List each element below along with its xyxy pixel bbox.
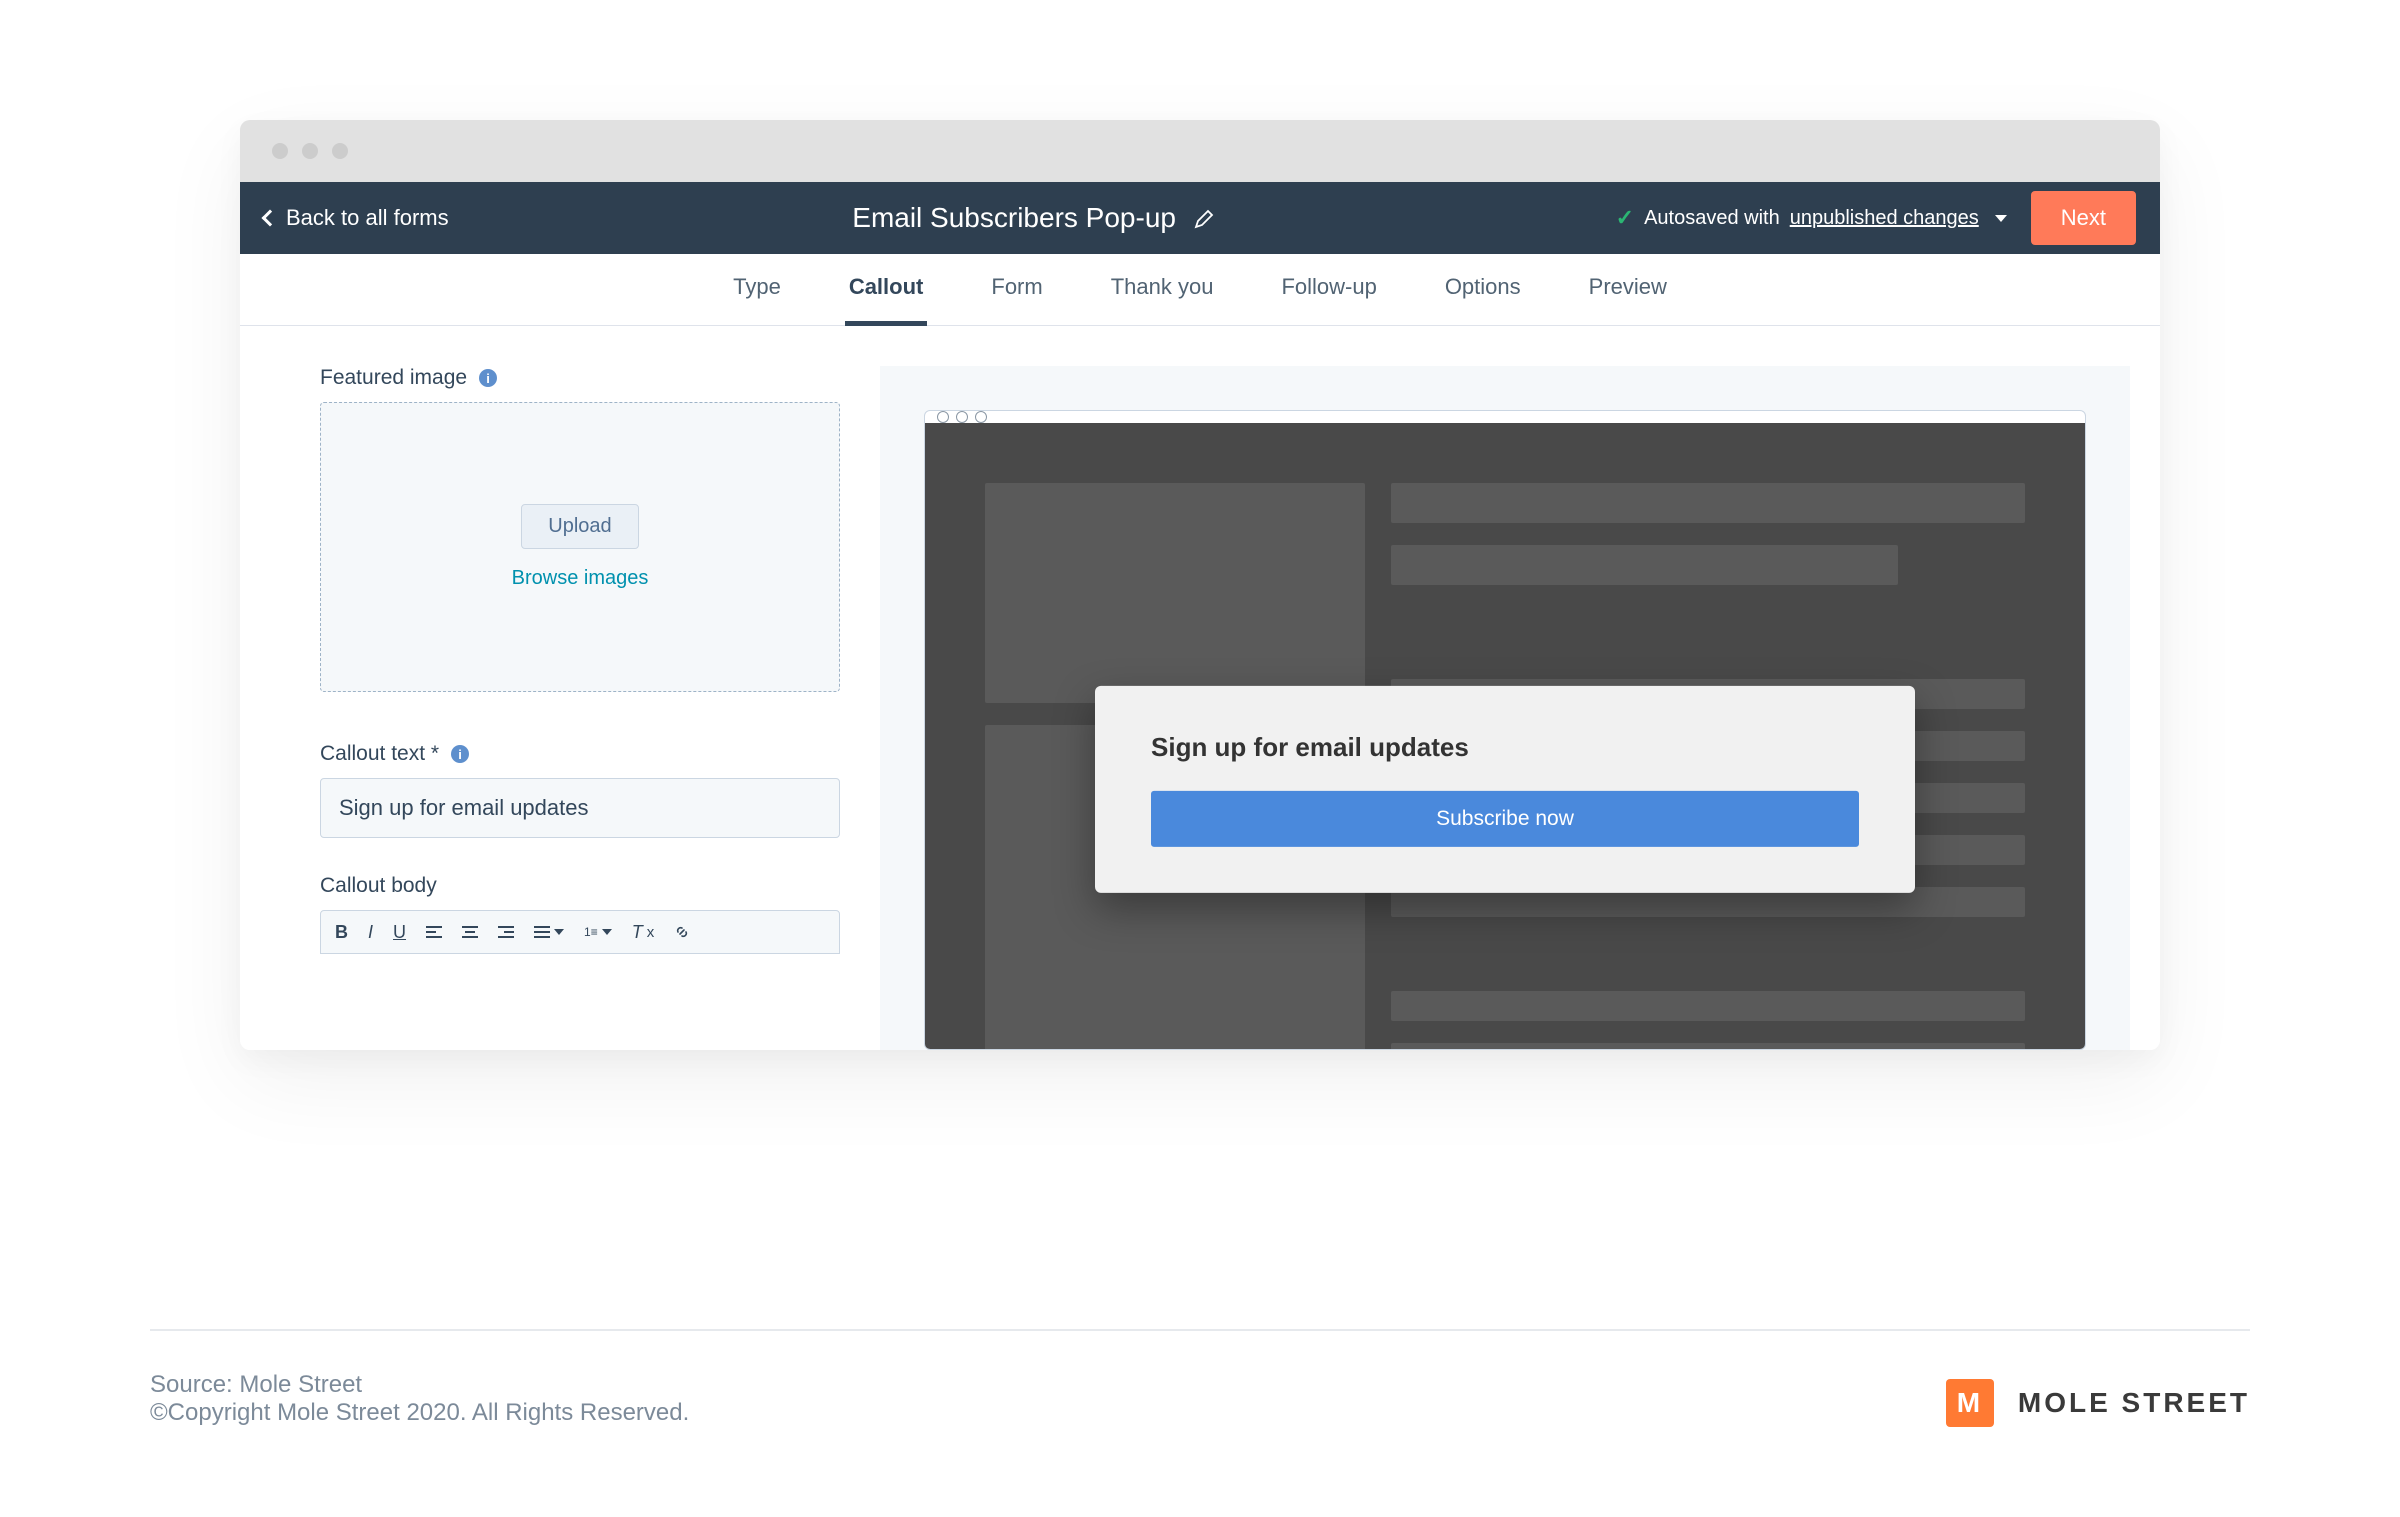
info-icon[interactable]: i bbox=[451, 745, 469, 763]
tab-form[interactable]: Form bbox=[987, 254, 1046, 326]
form-column: Featured image i Upload Browse images Ca… bbox=[320, 366, 880, 1050]
align-center-icon[interactable] bbox=[462, 926, 478, 938]
featured-image-dropzone[interactable]: Upload Browse images bbox=[320, 402, 840, 692]
traffic-dot bbox=[956, 411, 968, 423]
browse-images-link[interactable]: Browse images bbox=[512, 567, 649, 590]
traffic-dot bbox=[302, 143, 318, 159]
tab-callout[interactable]: Callout bbox=[845, 254, 928, 326]
autosave-prefix: Autosaved with bbox=[1644, 207, 1780, 230]
preview-column: Sign up for email updates Subscribe now bbox=[880, 366, 2130, 1050]
clear-format-icon[interactable]: Tx bbox=[632, 922, 655, 943]
underline-icon[interactable]: U bbox=[393, 922, 406, 943]
footer-wrap: Source: Mole Street ©Copyright Mole Stre… bbox=[150, 1329, 2250, 1427]
preview-body: Sign up for email updates Subscribe now bbox=[925, 423, 2085, 1050]
callout-text-input[interactable] bbox=[320, 778, 840, 838]
popup-title: Sign up for email updates bbox=[1151, 732, 1859, 763]
browser-chrome bbox=[240, 120, 2160, 182]
callout-text-label: Callout text * i bbox=[320, 742, 840, 766]
popup-preview: Sign up for email updates Subscribe now bbox=[1095, 686, 1915, 893]
caret-down-icon bbox=[1995, 215, 2007, 222]
callout-body-label: Callout body bbox=[320, 874, 840, 898]
autosave-link: unpublished changes bbox=[1790, 207, 1979, 230]
chevron-left-icon bbox=[262, 210, 279, 227]
align-left-icon[interactable] bbox=[426, 926, 442, 938]
footer: Source: Mole Street ©Copyright Mole Stre… bbox=[150, 1371, 2250, 1427]
next-button[interactable]: Next bbox=[2031, 191, 2136, 245]
tab-options[interactable]: Options bbox=[1441, 254, 1525, 326]
upload-button[interactable]: Upload bbox=[521, 504, 638, 549]
brand-name: MOLE STREET bbox=[2018, 1387, 2250, 1419]
bullet-list-icon[interactable] bbox=[534, 926, 564, 938]
align-right-icon[interactable] bbox=[498, 926, 514, 938]
italic-icon[interactable]: I bbox=[368, 922, 373, 943]
footer-text: Source: Mole Street ©Copyright Mole Stre… bbox=[150, 1371, 689, 1427]
tab-bar: Type Callout Form Thank you Follow-up Op… bbox=[240, 254, 2160, 326]
autosave-status[interactable]: ✓ Autosaved with unpublished changes bbox=[1616, 205, 2007, 231]
back-label: Back to all forms bbox=[286, 205, 449, 231]
page-title: Email Subscribers Pop-up bbox=[852, 202, 1176, 234]
brand: M MOLE STREET bbox=[1946, 1379, 2250, 1427]
info-icon[interactable]: i bbox=[479, 369, 497, 387]
browser-window: Back to all forms Email Subscribers Pop-… bbox=[240, 120, 2160, 1050]
rte-toolbar: B I U bbox=[320, 910, 840, 954]
traffic-dot bbox=[332, 143, 348, 159]
subscribe-button[interactable]: Subscribe now bbox=[1151, 791, 1859, 847]
divider bbox=[150, 1329, 2250, 1331]
bold-icon[interactable]: B bbox=[335, 922, 348, 943]
tab-preview[interactable]: Preview bbox=[1585, 254, 1671, 326]
traffic-dot bbox=[937, 411, 949, 423]
tab-follow-up[interactable]: Follow-up bbox=[1277, 254, 1380, 326]
source-line: Source: Mole Street bbox=[150, 1371, 689, 1399]
topbar: Back to all forms Email Subscribers Pop-… bbox=[240, 182, 2160, 254]
traffic-dot bbox=[272, 143, 288, 159]
numbered-list-icon[interactable]: 1≡ bbox=[584, 926, 612, 938]
brand-logo-icon: M bbox=[1946, 1379, 1994, 1427]
tab-thank-you[interactable]: Thank you bbox=[1107, 254, 1218, 326]
preview-window: Sign up for email updates Subscribe now bbox=[924, 410, 2086, 1050]
workspace: Featured image i Upload Browse images Ca… bbox=[240, 326, 2160, 1050]
link-icon[interactable] bbox=[674, 924, 690, 940]
topbar-right: ✓ Autosaved with unpublished changes Nex… bbox=[1616, 191, 2136, 245]
page-title-group: Email Subscribers Pop-up bbox=[852, 202, 1212, 234]
featured-image-label: Featured image i bbox=[320, 366, 840, 390]
check-icon: ✓ bbox=[1616, 205, 1634, 231]
traffic-dot bbox=[975, 411, 987, 423]
edit-title-icon[interactable] bbox=[1194, 209, 1212, 227]
tab-type[interactable]: Type bbox=[729, 254, 785, 326]
back-to-forms-link[interactable]: Back to all forms bbox=[264, 205, 449, 231]
copyright-line: ©Copyright Mole Street 2020. All Rights … bbox=[150, 1399, 689, 1427]
preview-chrome bbox=[925, 411, 2085, 423]
